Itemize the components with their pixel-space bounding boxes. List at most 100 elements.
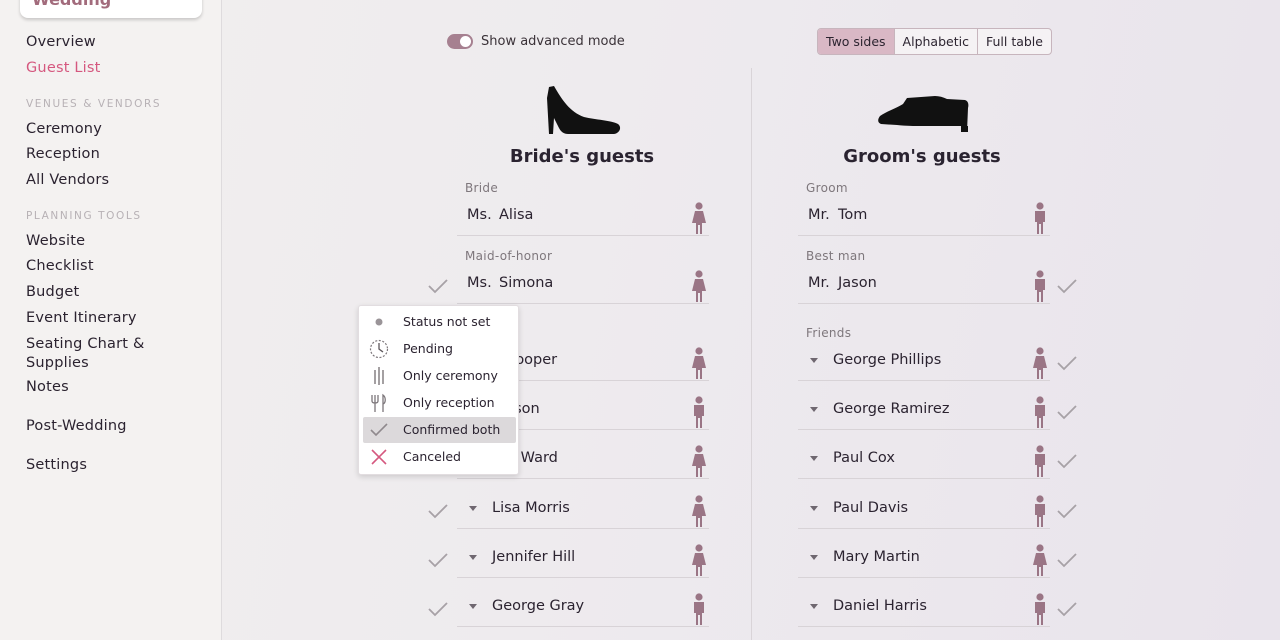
status-dropdown-menu: Status not set Pending Only ceremony Onl… bbox=[358, 305, 519, 475]
guest-name: Daniel Harris bbox=[833, 598, 927, 614]
status-option-canceled[interactable]: Canceled bbox=[363, 444, 516, 470]
sidebar-item-seating-chart[interactable]: Seating Chart & Supplies bbox=[26, 335, 186, 373]
fork-knife-icon bbox=[371, 393, 386, 412]
status-option-only-ceremony[interactable]: Only ceremony bbox=[363, 363, 516, 389]
clock-icon bbox=[369, 339, 389, 359]
guest-row[interactable]: Paul Cox bbox=[798, 441, 1050, 479]
maid-of-honor-row[interactable]: Ms. Simona bbox=[457, 266, 709, 304]
bride-row[interactable]: Ms. Alisa bbox=[457, 198, 709, 236]
mens-shoe-icon bbox=[878, 96, 969, 132]
check-icon[interactable] bbox=[1057, 355, 1077, 371]
female-icon bbox=[1033, 544, 1047, 576]
female-icon bbox=[1033, 347, 1047, 379]
expand-caret-icon[interactable] bbox=[810, 555, 818, 560]
sidebar-item-settings[interactable]: Settings bbox=[26, 457, 87, 473]
check-icon[interactable] bbox=[428, 552, 448, 568]
guest-name: George Gray bbox=[492, 598, 585, 614]
view-option-two-sides[interactable]: Two sides bbox=[818, 29, 894, 54]
sidebar-item-website[interactable]: Website bbox=[26, 233, 85, 249]
male-icon bbox=[694, 593, 704, 625]
check-icon[interactable] bbox=[1057, 552, 1077, 568]
sidebar-item-all-vendors[interactable]: All Vendors bbox=[26, 172, 109, 188]
check-icon[interactable] bbox=[1057, 453, 1077, 469]
male-icon bbox=[1035, 202, 1045, 234]
guest-row[interactable]: Mary Martin bbox=[798, 540, 1050, 578]
check-icon[interactable] bbox=[1057, 503, 1077, 519]
male-icon bbox=[1035, 445, 1045, 477]
status-option-label: Pending bbox=[403, 341, 453, 356]
status-option-only-reception[interactable]: Only reception bbox=[363, 390, 516, 416]
bride-role-label: Bride bbox=[465, 181, 498, 195]
dot-icon bbox=[375, 318, 383, 326]
check-icon[interactable] bbox=[1057, 601, 1077, 617]
maid-of-honor-role-label: Maid-of-honor bbox=[465, 249, 553, 263]
check-icon[interactable] bbox=[428, 601, 448, 617]
male-icon bbox=[1035, 270, 1045, 302]
sidebar-item-overview[interactable]: Overview bbox=[26, 34, 96, 50]
view-option-alphabetic[interactable]: Alphabetic bbox=[893, 29, 977, 54]
best-man-row[interactable]: Mr. Jason bbox=[798, 266, 1050, 304]
expand-caret-icon[interactable] bbox=[810, 358, 818, 363]
guest-row[interactable]: George Phillips bbox=[798, 343, 1050, 381]
maid-of-honor-name-title: Ms. bbox=[467, 275, 492, 291]
sidebar-item-post-wedding[interactable]: Post-Wedding bbox=[26, 418, 127, 434]
sidebar-item-checklist[interactable]: Checklist bbox=[26, 258, 94, 274]
view-option-full-table[interactable]: Full table bbox=[976, 29, 1051, 54]
best-man-role-label: Best man bbox=[806, 249, 866, 263]
female-icon bbox=[692, 495, 706, 527]
logo-card[interactable]: Wedding bbox=[20, 0, 202, 18]
groom-name: Tom bbox=[838, 207, 868, 223]
status-option-label: Canceled bbox=[403, 449, 461, 464]
female-icon bbox=[692, 202, 706, 234]
guest-name: Paul Cox bbox=[833, 450, 895, 466]
guest-row[interactable]: George Ramirez bbox=[798, 392, 1050, 430]
female-icon bbox=[692, 544, 706, 576]
guest-name: Paul Davis bbox=[833, 500, 909, 516]
guest-row[interactable]: Daniel Harris bbox=[798, 589, 1050, 627]
cross-icon bbox=[371, 449, 387, 465]
expand-caret-icon[interactable] bbox=[810, 604, 818, 609]
best-man-name-title: Mr. bbox=[808, 275, 830, 291]
candles-icon bbox=[374, 367, 384, 385]
status-option-label: Only ceremony bbox=[403, 368, 498, 383]
sidebar-item-guest-list[interactable]: Guest List bbox=[26, 60, 101, 76]
status-option-label: Confirmed both bbox=[403, 422, 501, 437]
expand-caret-icon[interactable] bbox=[810, 506, 818, 511]
sidebar-item-budget[interactable]: Budget bbox=[26, 284, 79, 300]
check-icon bbox=[370, 423, 388, 437]
female-icon bbox=[692, 270, 706, 302]
expand-caret-icon[interactable] bbox=[469, 555, 477, 560]
male-icon bbox=[694, 396, 704, 428]
check-icon[interactable] bbox=[428, 278, 448, 294]
advanced-mode-label: Show advanced mode bbox=[481, 34, 625, 49]
guest-row[interactable]: George Gray bbox=[457, 589, 709, 627]
guest-name: Mary Martin bbox=[833, 549, 920, 565]
view-switcher: Two sides Alphabetic Full table bbox=[817, 28, 1052, 55]
check-icon[interactable] bbox=[428, 503, 448, 519]
groom-role-label: Groom bbox=[806, 181, 848, 195]
bride-side-title: Bride's guests bbox=[509, 146, 655, 167]
expand-caret-icon[interactable] bbox=[810, 407, 818, 412]
sidebar-item-event-itinerary[interactable]: Event Itinerary bbox=[26, 310, 137, 326]
status-option-not-set[interactable]: Status not set bbox=[363, 309, 516, 335]
friends-group-label: Friends bbox=[806, 326, 852, 340]
groom-row[interactable]: Mr. Tom bbox=[798, 198, 1050, 236]
expand-caret-icon[interactable] bbox=[810, 456, 818, 461]
check-icon[interactable] bbox=[1057, 278, 1077, 294]
expand-caret-icon[interactable] bbox=[469, 604, 477, 609]
male-icon bbox=[1035, 396, 1045, 428]
sidebar-item-ceremony[interactable]: Ceremony bbox=[26, 121, 102, 137]
status-option-label: Status not set bbox=[403, 314, 491, 329]
male-icon bbox=[1035, 593, 1045, 625]
sidebar-item-reception[interactable]: Reception bbox=[26, 146, 100, 162]
status-option-pending[interactable]: Pending bbox=[363, 336, 516, 362]
groom-name-title: Mr. bbox=[808, 207, 830, 223]
guest-row[interactable]: Lisa Morris bbox=[457, 491, 709, 529]
guest-row[interactable]: Jennifer Hill bbox=[457, 540, 709, 578]
status-option-confirmed-both[interactable]: Confirmed both bbox=[363, 417, 516, 443]
check-icon[interactable] bbox=[1057, 404, 1077, 420]
expand-caret-icon[interactable] bbox=[469, 506, 477, 511]
sidebar-item-notes[interactable]: Notes bbox=[26, 379, 69, 395]
advanced-mode-toggle[interactable] bbox=[447, 34, 473, 49]
guest-row[interactable]: Paul Davis bbox=[798, 491, 1050, 529]
